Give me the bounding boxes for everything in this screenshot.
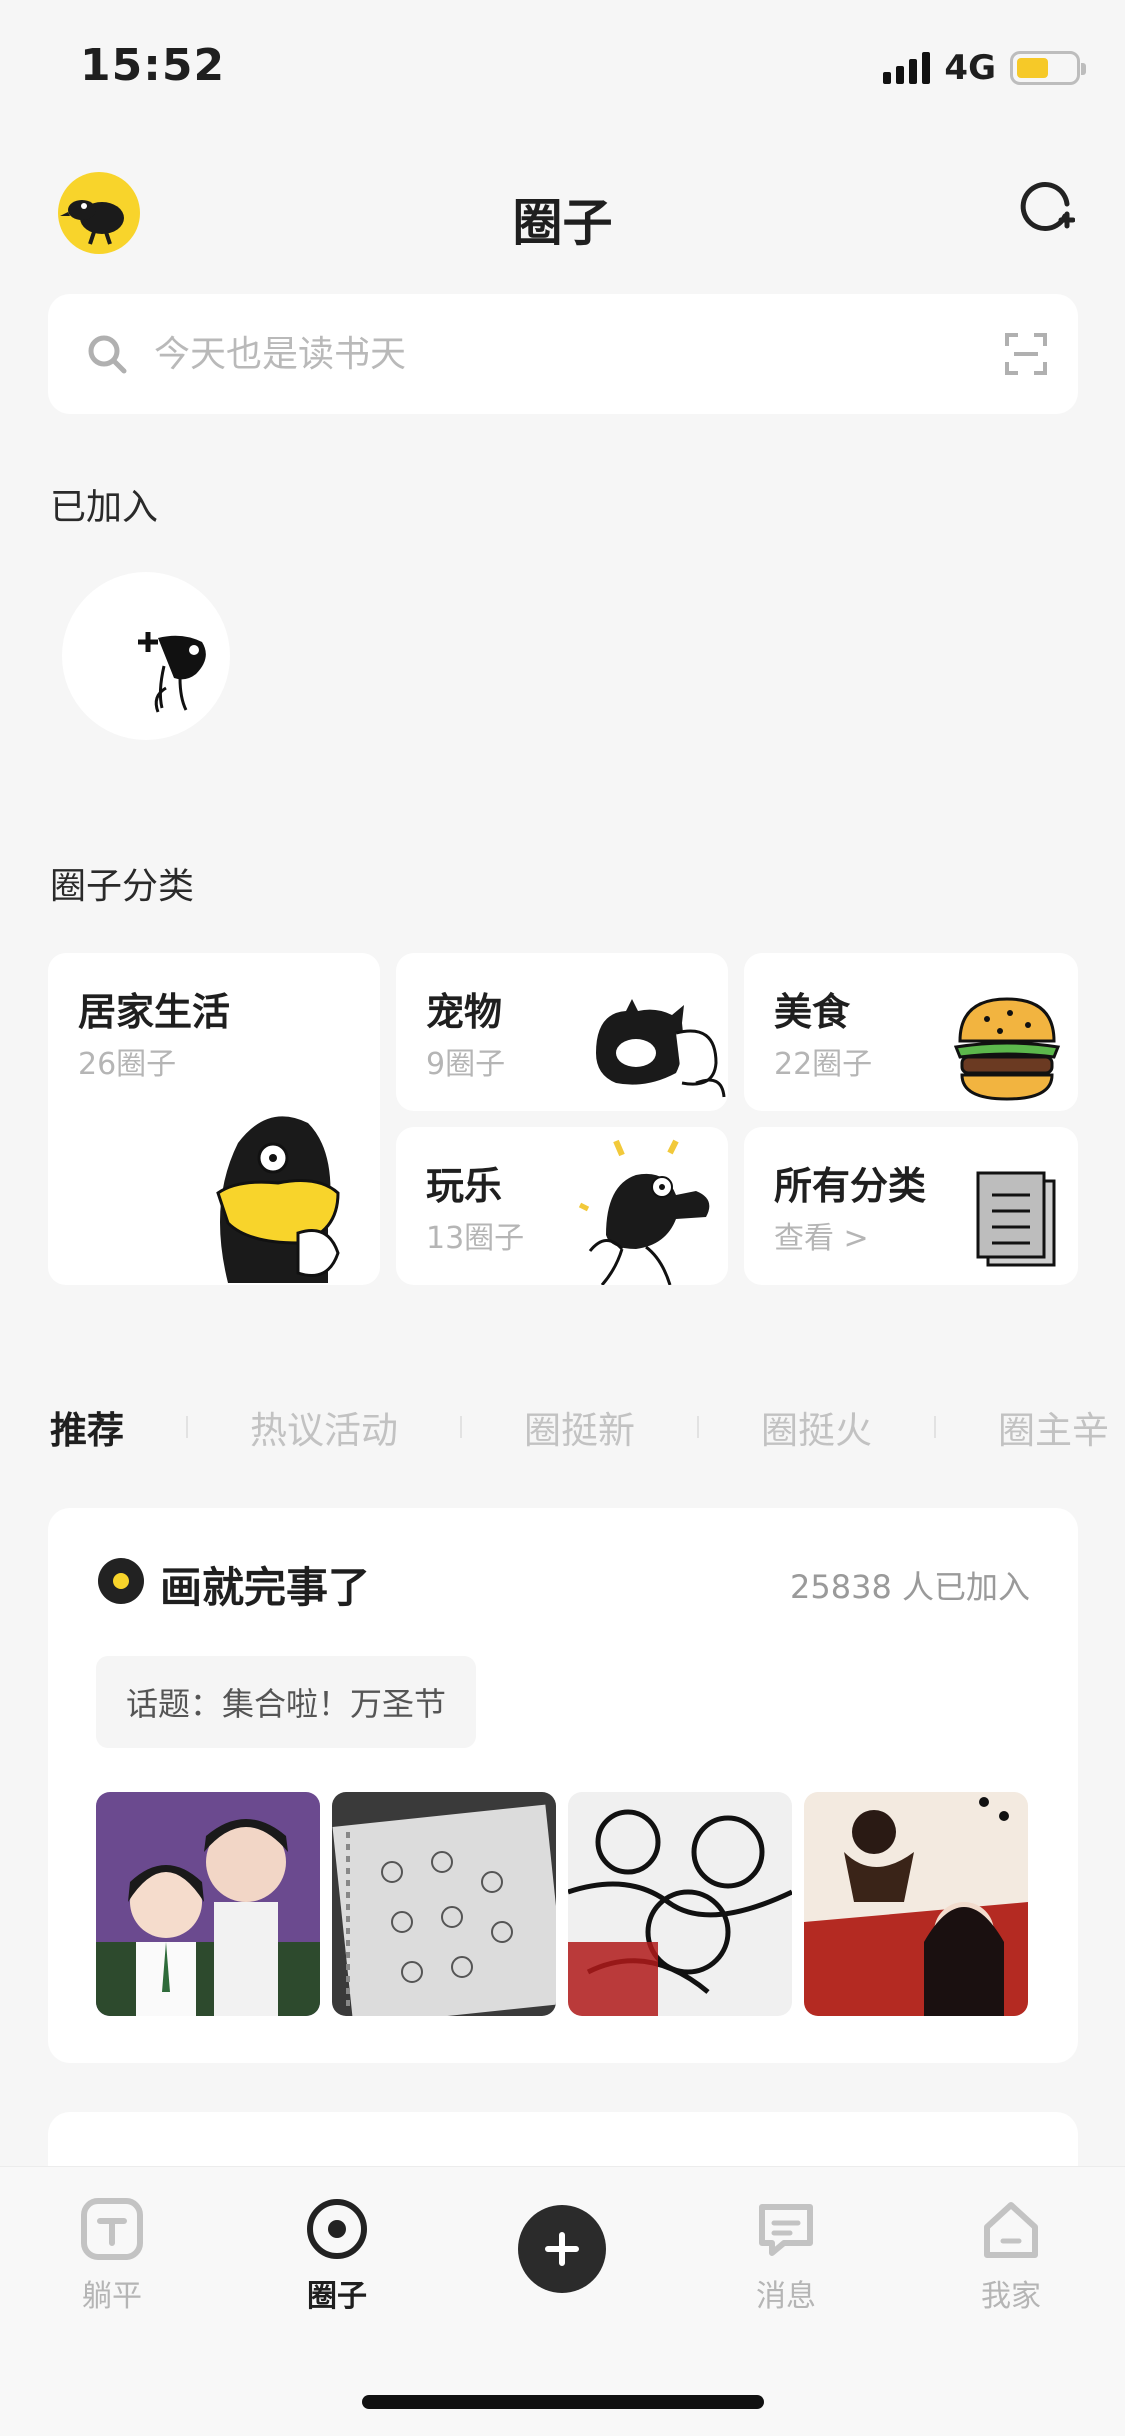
nav-messages[interactable]: 消息: [716, 2197, 856, 2315]
nav-label: 圈子: [307, 2279, 367, 2314]
tab-recommended[interactable]: 推荐: [50, 1400, 124, 1454]
joined-add-circle[interactable]: [62, 572, 230, 740]
category-home-life[interactable]: 居家生活 26圈子: [48, 953, 380, 1285]
message-icon: [759, 2204, 813, 2256]
tab-divider: [934, 1416, 936, 1438]
add-circle-icon[interactable]: [1017, 180, 1075, 238]
cat-icon: [596, 999, 726, 1098]
circle-card[interactable]: 画就完事了 25838 人已加入 话题：集合啦！万圣节: [48, 1508, 1078, 2063]
nav-label: 我家: [981, 2279, 1041, 2314]
scan-icon[interactable]: [1004, 332, 1048, 376]
search-bar[interactable]: [48, 294, 1078, 414]
category-title: 居家生活: [78, 990, 231, 1034]
thumbnail-image[interactable]: [804, 1792, 1028, 2016]
circle-target-icon: [307, 2199, 367, 2259]
category-title: 玩乐: [426, 1164, 503, 1208]
member-count: 25838 人已加入: [790, 1568, 1030, 1606]
nav-home[interactable]: 我家: [941, 2197, 1081, 2315]
search-input[interactable]: [154, 333, 1004, 375]
document-stack-icon: [976, 1171, 1056, 1267]
tab-divider: [460, 1416, 462, 1438]
search-icon: [88, 335, 127, 374]
joined-section-title: 已加入: [50, 487, 159, 528]
category-title: 美食: [774, 990, 851, 1034]
category-title: 宠物: [426, 990, 503, 1034]
tab-owner[interactable]: 圈主辛: [998, 1400, 1109, 1454]
categories-section-title: 圈子分类: [50, 866, 195, 907]
category-count: 9圈子: [426, 1047, 506, 1082]
mascot-hug-icon: [216, 1116, 340, 1283]
tab-new[interactable]: 圈挺新: [524, 1400, 635, 1454]
plus-icon: [545, 2232, 579, 2266]
topic-chip[interactable]: 话题：集合啦！万圣节: [96, 1656, 477, 1748]
add-circle-mascot-icon: [138, 632, 206, 713]
network-type: 4G: [944, 48, 996, 88]
nav-lie-flat[interactable]: 躺平: [42, 2197, 182, 2315]
category-count: 22圈子: [774, 1047, 873, 1082]
thumbnail-image[interactable]: [332, 1792, 556, 2016]
signal-icon: [883, 52, 931, 84]
category-food[interactable]: 美食 22圈子: [744, 953, 1078, 1111]
circle-name: 画就完事了: [160, 1563, 371, 1612]
page-title: 圈子: [512, 194, 613, 252]
category-fun[interactable]: 玩乐 13圈子: [396, 1127, 728, 1285]
category-count: 26圈子: [78, 1047, 177, 1082]
status-time: 15:52: [80, 40, 226, 91]
thumbnail-image[interactable]: [96, 1792, 320, 2016]
dancing-mascot-icon: [578, 1139, 710, 1285]
burger-icon: [953, 997, 1061, 1101]
thumbnail-row: [96, 1792, 1028, 2016]
status-indicators: 4G: [883, 48, 1086, 88]
category-all[interactable]: 所有分类 查看 >: [744, 1127, 1078, 1285]
nav-label: 消息: [756, 2279, 816, 2314]
thumbnail-image[interactable]: [568, 1792, 792, 2016]
feed-tabs: 推荐 热议活动 圈挺新 圈挺火 圈主辛: [50, 1400, 1109, 1454]
category-title: 所有分类: [774, 1164, 927, 1208]
circle-badge-icon: [98, 1558, 144, 1604]
category-count: 13圈子: [426, 1221, 525, 1256]
tab-popular[interactable]: 圈挺火: [761, 1400, 872, 1454]
home-indicator: [362, 2395, 764, 2409]
create-post-button[interactable]: [518, 2205, 606, 2293]
nav-label: 躺平: [82, 2279, 142, 2314]
battery-icon: [1010, 51, 1086, 85]
tab-hot-activities[interactable]: 热议活动: [250, 1400, 398, 1454]
category-view-link[interactable]: 查看 >: [774, 1213, 869, 1257]
screen: 15:52 4G 圈子 已加入: [0, 0, 1125, 2436]
category-pets[interactable]: 宠物 9圈子: [396, 953, 728, 1111]
lie-flat-icon: [81, 2198, 143, 2260]
nav-circles[interactable]: 圈子: [267, 2197, 407, 2315]
tab-divider: [697, 1416, 699, 1438]
home-icon: [984, 2202, 1038, 2258]
tab-divider: [186, 1416, 188, 1438]
